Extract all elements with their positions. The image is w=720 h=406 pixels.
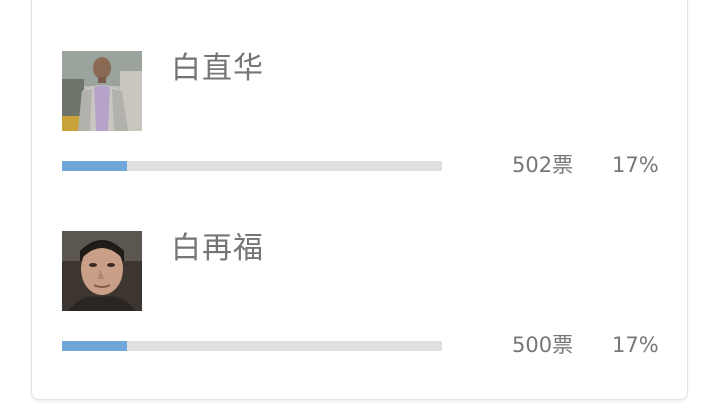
candidate-photo xyxy=(62,51,142,131)
vote-progress-fill xyxy=(62,161,127,171)
previous-item-stats-clipped xyxy=(513,0,658,4)
vote-progress-bar xyxy=(62,161,442,171)
candidate-item[interactable]: 白再福 500票 17% xyxy=(0,231,720,371)
vote-results-page: 白直华 502票 17% 白再福 500票 17% xyxy=(0,0,720,406)
vote-percent: 17% xyxy=(612,333,659,357)
vote-progress-bar xyxy=(62,341,442,351)
candidate-item[interactable]: 白直华 502票 17% xyxy=(0,51,720,191)
vote-count: 500票 xyxy=(512,333,574,357)
candidate-name: 白直华 xyxy=(171,51,264,86)
vote-count: 502票 xyxy=(512,153,574,177)
candidate-photo xyxy=(62,231,142,311)
vote-percent: 17% xyxy=(612,153,659,177)
candidate-name: 白再福 xyxy=(171,231,264,266)
vote-progress-fill xyxy=(62,341,127,351)
